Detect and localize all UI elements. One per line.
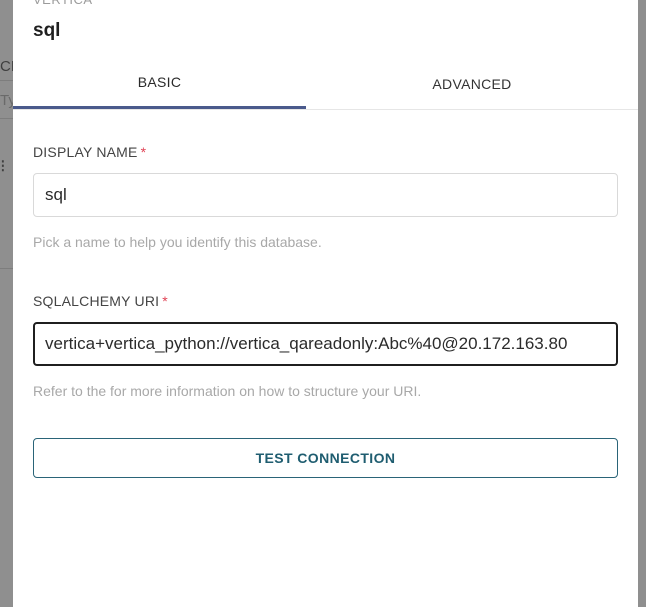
database-type-label: VERTICA [33,0,93,7]
display-name-label: DISPLAY NAME * [33,144,146,160]
sqlalchemy-uri-input[interactable] [33,322,618,366]
background-divider [0,268,13,269]
test-connection-button[interactable]: TEST CONNECTION [33,438,618,478]
database-name-title: sql [33,20,61,41]
database-modal: VERTICA sql BASIC ADVANCED DISPLAY NAME*… [13,0,638,607]
display-name-input[interactable] [33,173,618,217]
background-divider [0,118,13,119]
tab-bar: BASIC ADVANCED [13,58,638,110]
display-name-helper: Pick a name to help you identify this da… [33,234,322,250]
display-name-label-text: DISPLAY NAME [33,144,138,160]
required-marker: * [162,293,168,309]
required-marker: * [140,144,147,160]
tab-advanced[interactable]: ADVANCED [306,58,638,109]
sqlalchemy-uri-label-text: SQLALCHEMY URI [33,293,160,309]
background-fragment: ⁝ [0,156,6,176]
sqlalchemy-uri-label: SQLALCHEMY URI * [33,293,168,309]
sqlalchemy-uri-helper: Refer to the for more information on how… [33,383,422,399]
tab-basic[interactable]: BASIC [13,58,306,109]
background-divider [0,80,13,81]
